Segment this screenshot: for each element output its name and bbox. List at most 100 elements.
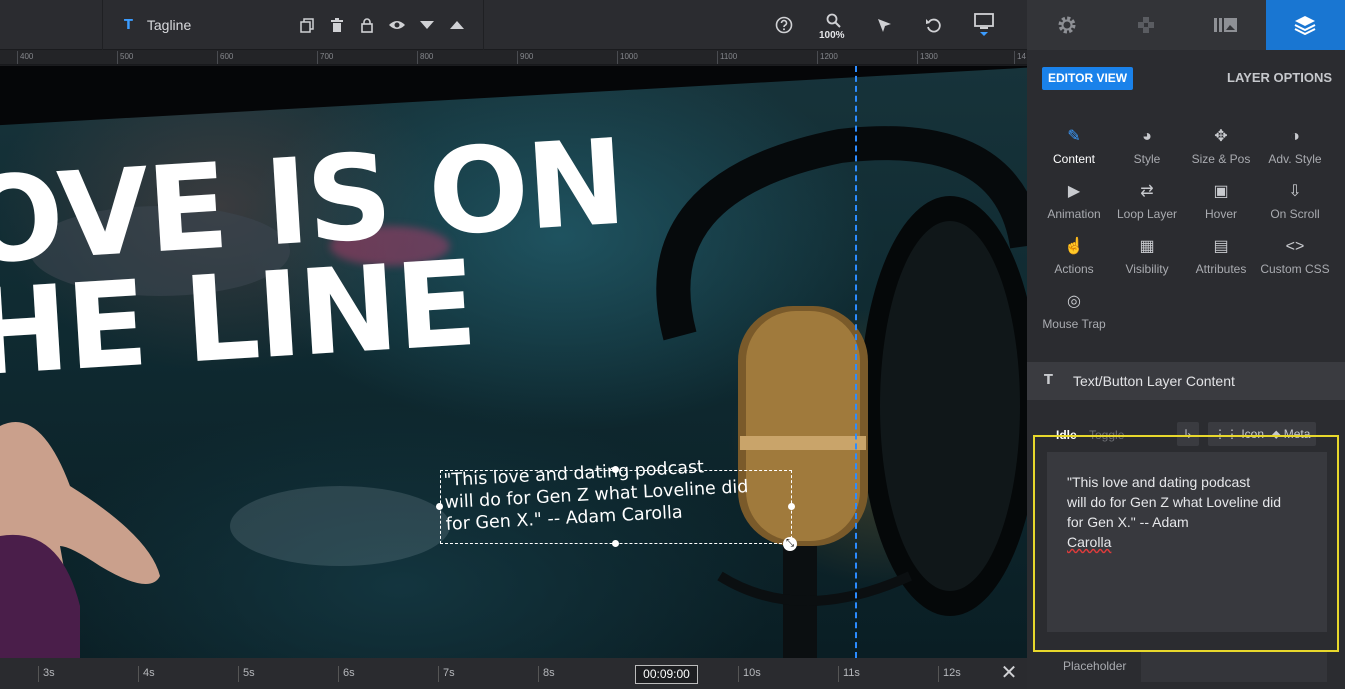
selected-layer-name[interactable]: T Tagline [124,15,191,35]
option-hover[interactable]: ▣ Hover [1181,181,1261,221]
content-section-header[interactable]: T Text/Button Layer Content [1027,362,1345,400]
resize-handle-top[interactable] [612,466,619,473]
option-visibility[interactable]: ▦ Visibility [1107,236,1187,276]
microphone-image [656,126,1027,658]
option-adv-style[interactable]: ◑ Adv. Style [1255,126,1335,166]
ruler-tick: 800 [417,51,433,64]
editor-toolbar: T Tagline 100% [0,0,1027,50]
misspelled-word: Carolla [1067,534,1112,550]
ruler-tick: 1100 [717,51,737,64]
code-icon: <> [1285,238,1305,255]
timeline-tick: 6s [338,666,355,682]
option-label: Loop Layer [1116,207,1178,221]
option-custom-css[interactable]: <> Custom CSS [1255,236,1335,276]
editor-line: for Gen X." -- Adam Carolla [1067,512,1307,552]
timeline-tick: 8s [538,666,555,682]
option-label: Actions [1054,262,1094,276]
editor-line: "This love and dating podcast [1067,474,1251,490]
layers-icon[interactable] [1265,0,1345,50]
person-image [0,422,160,658]
option-label: Hover [1204,207,1237,221]
pencil-icon: ✎ [1067,128,1081,145]
trash-icon[interactable] [325,13,349,37]
lock-icon[interactable] [355,13,379,37]
close-timeline-icon[interactable]: ✕ [999,662,1019,684]
ruler-tick: 900 [517,51,533,64]
undo-icon[interactable] [921,13,945,37]
headline-layer[interactable]: OVE IS ON HE LINE [0,113,634,403]
move-icon: ✥ [1214,128,1228,145]
resize-handle-right[interactable] [788,503,795,510]
arrow-up-icon[interactable] [445,13,469,37]
option-loop-layer[interactable]: ⇄ Loop Layer [1107,181,1187,221]
option-actions[interactable]: ☝ Actions [1034,236,1114,276]
zoom-level: 100% [819,30,845,41]
option-size-pos[interactable]: ✥ Size & Pos [1181,126,1261,166]
timeline-tick: 3s [38,666,55,682]
duplicate-icon[interactable] [295,13,319,37]
palette-icon: ◕ [1142,128,1152,145]
puzzle-icon[interactable] [1107,0,1187,50]
ruler-tick: 500 [117,51,133,64]
option-label: Size & Pos [1191,152,1251,166]
option-content[interactable]: ✎ Content [1034,126,1114,166]
panel-tabs [1027,0,1345,50]
option-label: Animation [1047,207,1101,221]
layer-options-heading[interactable]: LAYER OPTIONS [1227,70,1332,85]
timeline-tick: 12s [938,666,961,682]
text-layer-icon: T [124,17,133,33]
background-bokeh [230,486,450,566]
option-style[interactable]: ◕ Style [1107,126,1187,166]
editor-line: will do for Gen Z what Loveline did [1067,494,1281,510]
section-title: Text/Button Layer Content [1073,373,1235,389]
layer-options-panel: EDITOR VIEW LAYER OPTIONS ✎ Content ◕ St… [1027,0,1345,689]
corner-resize-icon[interactable]: ⤡ [783,537,797,551]
timeline-bar[interactable]: 3s 4s 5s 6s 7s 8s 10s 11s 12s 00:09:00 ✕ [0,658,1027,689]
layer-text-editor[interactable]: "This love and dating podcast will do fo… [1047,452,1327,632]
target-icon: ◎ [1067,293,1081,310]
pointer-icon[interactable] [872,13,896,37]
ruler-tick: 700 [317,51,333,64]
option-label: Content [1052,152,1096,166]
option-label: On Scroll [1270,207,1320,221]
option-label: Mouse Trap [1042,317,1106,331]
option-animation[interactable]: ▶ Animation [1034,181,1114,221]
ruler-tick: 1300 [917,51,938,64]
option-on-scroll[interactable]: ⇩ On Scroll [1255,181,1335,221]
timeline-tick: 4s [138,666,155,682]
ruler-tick: 1000 [617,51,638,64]
document-icon: ▤ [1213,238,1229,255]
resize-handle-bottom[interactable] [612,540,619,547]
option-label: Visibility [1125,262,1169,276]
eye-icon[interactable] [385,13,409,37]
desktop-view-icon[interactable] [972,13,996,37]
arrow-down-icon[interactable] [415,13,439,37]
text-layer-icon: T [1044,373,1053,388]
placeholder-input[interactable] [1141,652,1327,682]
option-label: Adv. Style [1268,152,1322,166]
loop-icon: ⇄ [1140,183,1154,200]
timeline-tick: 7s [438,666,455,682]
gear-icon[interactable] [1027,0,1107,50]
editor-text: for Gen X." -- Adam [1067,514,1189,530]
ruler-tick: 400 [17,51,33,64]
help-icon[interactable] [772,13,796,37]
resize-handle-left[interactable] [436,503,443,510]
option-label: Custom CSS [1260,262,1330,276]
timeline-tick: 5s [238,666,255,682]
current-time-display[interactable]: 00:09:00 [635,665,698,684]
option-mouse-trap[interactable]: ◎ Mouse Trap [1034,291,1114,331]
horizontal-ruler: 400 500 600 700 800 900 1000 1100 1200 1… [0,50,1027,65]
ruler-tick: 1200 [817,51,838,64]
timeline-tick: 11s [838,666,860,682]
editor-view-button[interactable]: EDITOR VIEW [1042,67,1134,90]
ruler-tick: 600 [217,51,233,64]
timeline-tick: 10s [738,666,761,682]
vertical-guide-line[interactable] [855,66,857,658]
contrast-icon: ◑ [1290,128,1300,145]
scroll-download-icon: ⇩ [1288,183,1302,200]
option-attributes[interactable]: ▤ Attributes [1181,236,1261,276]
toolbar-divider [102,0,103,50]
slide-canvas[interactable]: OVE IS ON HE LINE "This love and dating … [0,66,1027,658]
media-icon[interactable] [1186,0,1266,50]
